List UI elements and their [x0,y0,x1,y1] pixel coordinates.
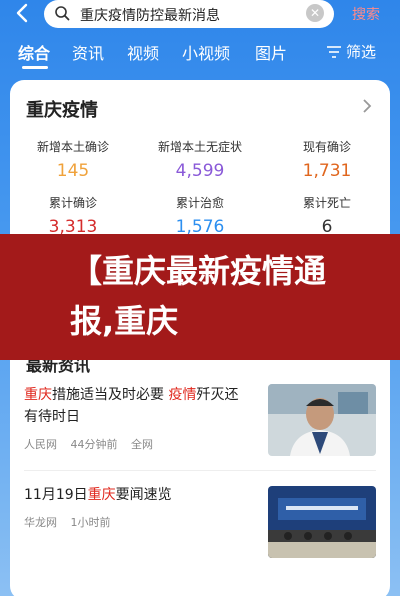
filter-icon[interactable] [326,44,342,60]
news-item[interactable]: 11月19日重庆要闻速览 华龙网 1小时前 [24,484,376,564]
news-thumbnail[interactable] [268,486,376,558]
news-thumbnail[interactable] [268,384,376,456]
stat-value: 4,599 [175,161,225,181]
back-button[interactable] [12,2,34,24]
stat-label: 累计治愈 [175,196,224,210]
tab-bar: 综合 资讯 视频 小视频 图片 筛选 [0,38,400,70]
stat-total-cured: 累计治愈 1,576 [137,194,263,237]
title-text: 11月19日 [24,487,88,503]
stat-value: 1,731 [302,161,352,181]
tab-video[interactable]: 视频 [127,40,159,64]
tab-news[interactable]: 资讯 [72,40,104,64]
tab-images[interactable]: 图片 [255,40,287,64]
stat-total-confirmed: 累计确诊 3,313 [10,194,136,237]
banner-text: 【重庆最新疫情通报,重庆 [70,252,327,340]
title-highlight: 重庆 [87,487,116,503]
stat-label: 现有确诊 [302,140,351,154]
search-icon [55,6,70,21]
title-highlight: 疫情 [168,387,197,403]
stat-label: 新增本土无症状 [157,140,242,154]
card-title: 重庆疫情 [26,100,98,121]
news-title[interactable]: 11月19日重庆要闻速览 [24,484,249,506]
stat-value: 145 [56,161,90,181]
news-source: 人民网 [24,438,57,451]
divider [24,470,376,471]
search-query: 重庆疫情防控最新消息 [80,8,220,24]
tab-general[interactable]: 综合 [18,40,50,64]
top-bar: 重庆疫情防控最新消息 ✕ 搜索 [0,0,400,30]
stat-new-local-asymptomatic: 新增本土无症状 4,599 [137,138,263,181]
stat-label: 累计确诊 [48,196,97,210]
active-tab-indicator [22,66,48,69]
search-input[interactable]: 重庆疫情防控最新消息 ✕ [44,0,334,28]
news-time: 1小时前 [70,516,111,529]
clear-icon[interactable]: ✕ [306,4,324,22]
title-highlight: 重庆 [24,387,52,403]
title-text: 要闻速览 [115,487,172,503]
news-source: 华龙网 [24,516,57,529]
chevron-right-icon[interactable] [362,98,372,119]
stat-current-confirmed: 现有确诊 1,731 [264,138,390,181]
news-title[interactable]: 重庆措施适当及时必要 疫情歼灭还有待时日 [24,384,249,428]
stat-label: 新增本土确诊 [36,140,109,154]
news-extra: 全网 [131,438,153,451]
news-image [268,384,376,456]
stat-new-local-confirmed: 新增本土确诊 145 [10,138,136,181]
stat-total-deaths: 累计死亡 6 [264,194,390,237]
news-time: 44分钟前 [70,438,118,451]
search-button[interactable]: 搜索 [352,4,380,24]
news-item[interactable]: 重庆措施适当及时必要 疫情歼灭还有待时日 人民网 44分钟前 全网 [24,384,376,464]
news-image [268,486,376,558]
title-text: 措施适当及时必要 [52,387,169,403]
stat-label: 累计死亡 [302,196,351,210]
tab-short-video[interactable]: 小视频 [182,40,230,64]
filter-button[interactable]: 筛选 [346,41,376,62]
headline-banner[interactable]: 【重庆最新疫情通报,重庆 [0,234,400,360]
chevron-left-icon [16,3,28,23]
